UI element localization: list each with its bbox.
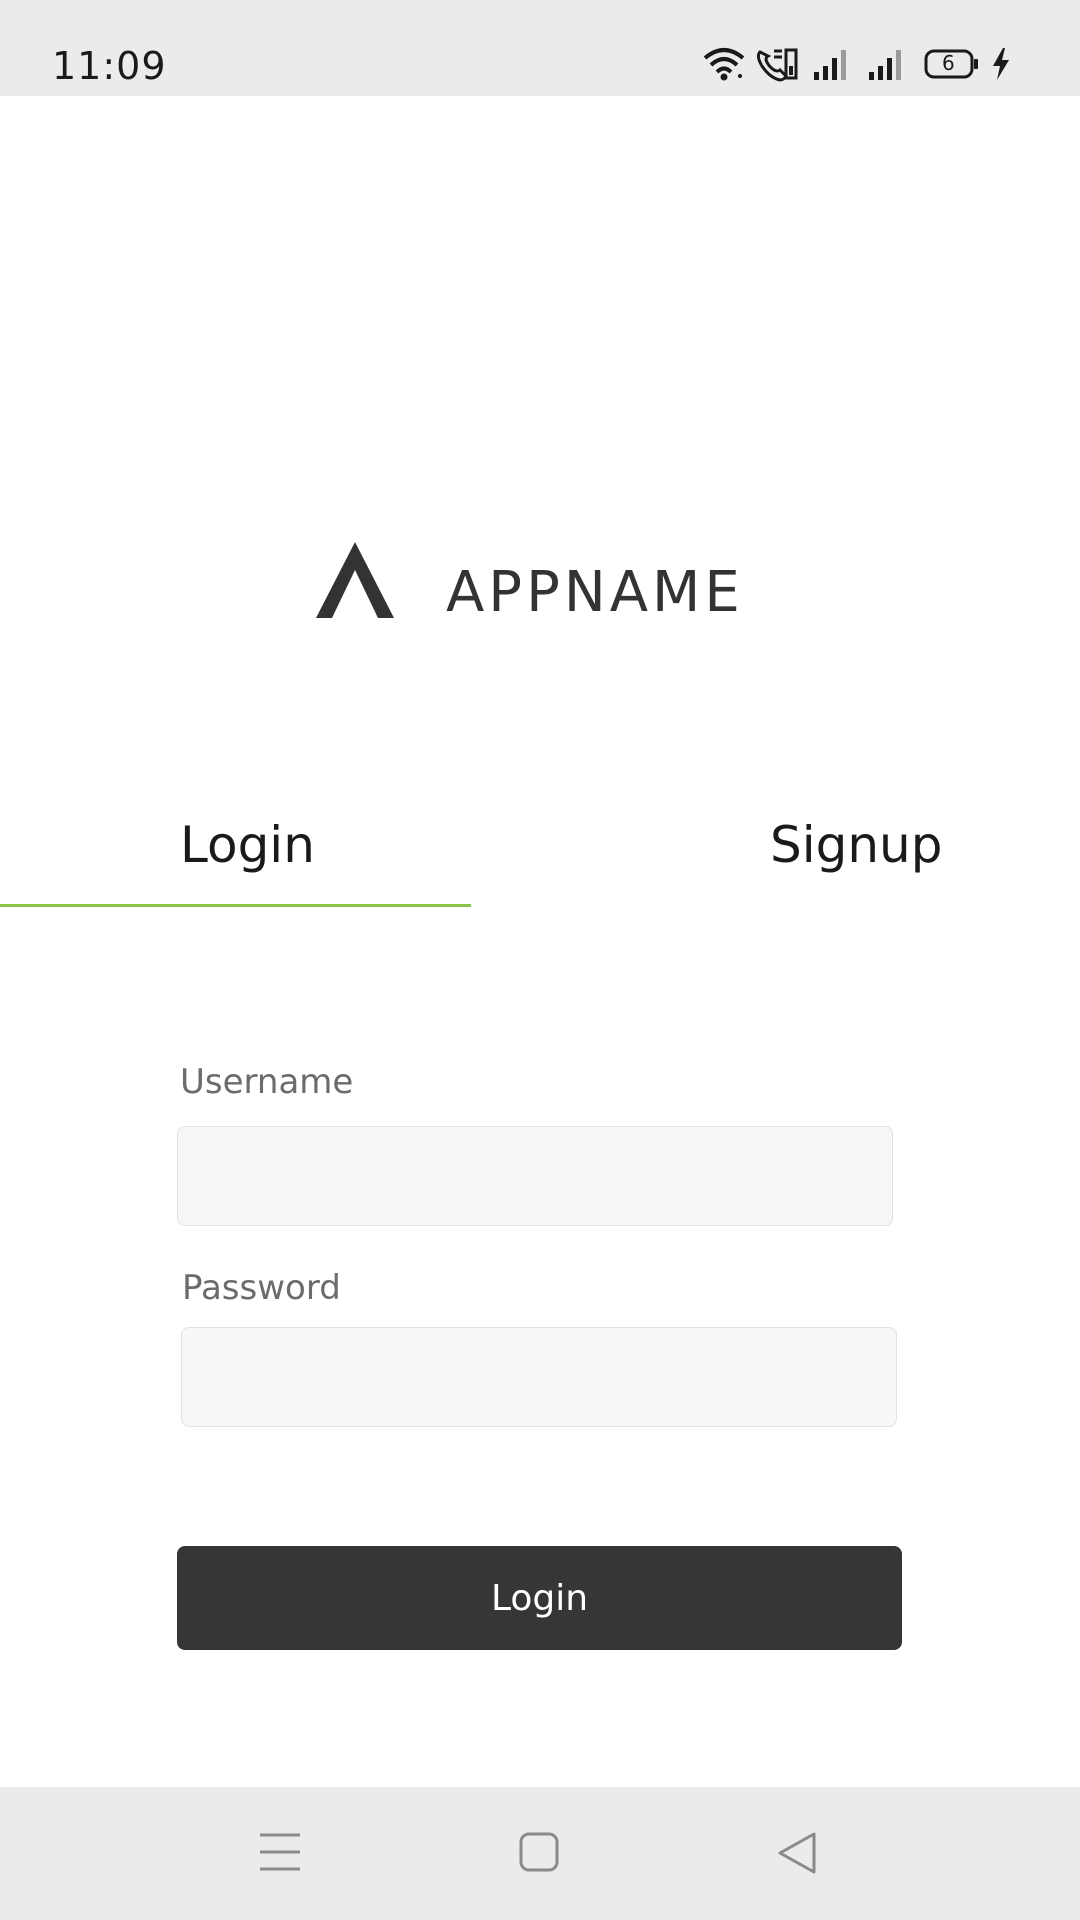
auth-tabs: Login Signup — [0, 800, 1080, 910]
status-icons: 6 — [702, 46, 1032, 86]
back-icon[interactable] — [776, 1831, 818, 1875]
username-label: Username — [180, 1062, 354, 1102]
signal-2-icon — [869, 50, 901, 80]
logo-text: APPNAME — [446, 560, 744, 625]
wifi-icon — [703, 48, 745, 81]
login-screen: 11:09 6 APPNAME Login Signup Username Pa… — [0, 0, 1080, 1920]
status-time: 11:09 — [52, 44, 167, 88]
username-field[interactable] — [177, 1126, 893, 1226]
tab-login[interactable]: Login — [180, 816, 315, 874]
active-tab-indicator — [0, 904, 471, 907]
status-bar: 11:09 6 — [0, 0, 1080, 96]
login-submit-button[interactable]: Login — [177, 1546, 902, 1650]
app-logo: APPNAME — [314, 540, 774, 625]
home-icon[interactable] — [518, 1831, 560, 1873]
volte-call-icon — [756, 48, 798, 82]
charging-icon — [993, 48, 1009, 80]
password-field[interactable] — [181, 1327, 897, 1427]
menu-icon[interactable] — [258, 1831, 302, 1873]
battery-level: 6 — [942, 51, 955, 75]
signal-1-icon — [814, 50, 846, 80]
tab-signup[interactable]: Signup — [770, 816, 943, 874]
password-label: Password — [182, 1268, 341, 1308]
system-nav-bar — [0, 1787, 1080, 1920]
logo-mark-icon — [316, 542, 394, 618]
